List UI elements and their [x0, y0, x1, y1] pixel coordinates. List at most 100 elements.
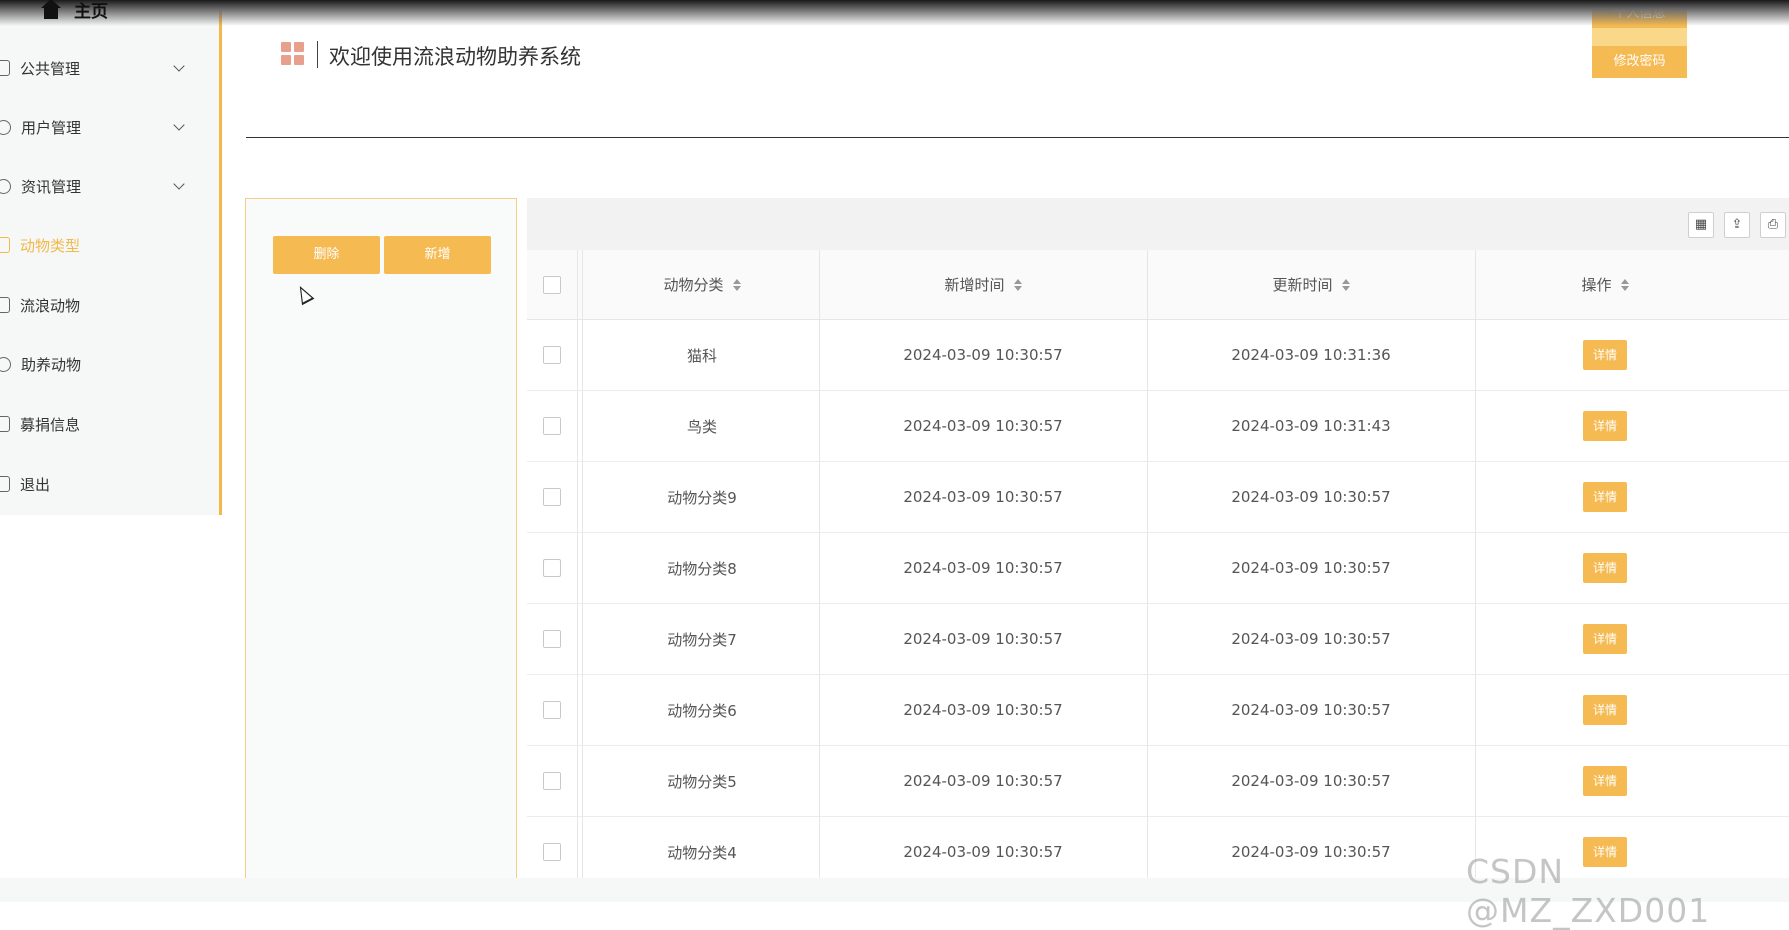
export-icon[interactable]: ⇪ [1724, 212, 1750, 238]
cell-updated: 2024-03-09 10:30:57 [1231, 701, 1391, 719]
row-checkbox[interactable] [543, 346, 561, 364]
table-row: 动物分类8 2024-03-09 10:30:57 2024-03-09 10:30… [527, 533, 1789, 604]
cell-created: 2024-03-09 10:30:57 [903, 772, 1063, 790]
sidebar-item-label: 退出 [20, 475, 51, 494]
column-divider [1475, 250, 1476, 902]
table-row: 动物分类6 2024-03-09 10:30:57 2024-03-09 10:30… [527, 675, 1789, 746]
data-table: ▦ ⇪ ⎙ 动物分类 新增时间 更新时间 操作 猫科 2024-03-09 10:… [527, 198, 1789, 902]
home-label: 主页 [74, 1, 108, 22]
sort-icon[interactable] [1620, 278, 1629, 291]
page-title: 欢迎使用流浪动物助养系统 [329, 45, 581, 69]
cell-updated: 2024-03-09 10:30:57 [1231, 559, 1391, 577]
select-all-checkbox[interactable] [543, 275, 561, 294]
cell-category: 动物分类4 [667, 843, 737, 862]
cell-category: 动物分类8 [667, 559, 737, 578]
detail-button[interactable]: 详情 [1583, 766, 1627, 796]
chevron-down-icon [173, 119, 185, 131]
row-checkbox[interactable] [543, 843, 561, 861]
table-row: 猫科 2024-03-09 10:30:57 2024-03-09 10:31:36… [527, 320, 1789, 391]
cell-category: 动物分类6 [667, 701, 737, 720]
top-buttons-gap [1592, 28, 1687, 46]
search-doc-icon [0, 297, 10, 313]
detail-button[interactable]: 详情 [1583, 553, 1627, 583]
action-panel: 删除 新增 [245, 198, 517, 902]
delete-button[interactable]: 删除 [273, 236, 380, 274]
column-header-category[interactable]: 动物分类 [588, 250, 816, 319]
column-divider [1147, 250, 1148, 902]
sidebar-item-label: 用户管理 [21, 118, 82, 137]
sidebar-item-news-management[interactable]: 资讯管理 [0, 171, 219, 201]
sidebar-item-sponsored-animals[interactable]: 助养动物 [0, 349, 219, 379]
detail-button[interactable]: 详情 [1583, 482, 1627, 512]
exit-icon [0, 476, 10, 492]
cell-created: 2024-03-09 10:30:57 [903, 630, 1063, 648]
column-header-updated[interactable]: 更新时间 [1147, 250, 1475, 319]
app-logo-icon [281, 42, 304, 65]
mouse-cursor-icon [293, 282, 315, 306]
sidebar-item-label: 募捐信息 [20, 415, 81, 434]
bar-chart-icon [0, 416, 10, 432]
table-row: 动物分类9 2024-03-09 10:30:57 2024-03-09 10:30… [527, 462, 1789, 533]
sidebar-item-logout[interactable]: 退出 [0, 469, 219, 499]
sort-icon[interactable] [1341, 278, 1350, 291]
cell-category: 猫科 [686, 346, 717, 365]
sidebar-item-label: 动物类型 [20, 236, 81, 255]
cell-updated: 2024-03-09 10:30:57 [1231, 843, 1391, 861]
cell-updated: 2024-03-09 10:30:57 [1231, 488, 1391, 506]
coin-icon [0, 356, 11, 372]
column-divider [819, 250, 820, 902]
table-toolbar: ▦ ⇪ ⎙ [527, 198, 1789, 250]
sidebar-item-label: 流浪动物 [20, 296, 81, 315]
sort-icon[interactable] [732, 278, 741, 291]
sidebar-item-label: 公共管理 [20, 59, 81, 78]
cell-created: 2024-03-09 10:30:57 [903, 346, 1063, 364]
change-password-button[interactable]: 修改密码 [1592, 46, 1687, 78]
cell-created: 2024-03-09 10:30:57 [903, 488, 1063, 506]
sidebar-item-home[interactable]: 主页 [40, 0, 108, 22]
detail-button[interactable]: 详情 [1583, 695, 1627, 725]
detail-button[interactable]: 详情 [1583, 411, 1627, 441]
sidebar-item-animal-type[interactable]: 动物类型 [0, 230, 219, 260]
detail-button[interactable]: 详情 [1583, 340, 1627, 370]
cell-category: 动物分类5 [667, 772, 737, 791]
cell-category: 动物分类9 [667, 488, 737, 507]
chevron-down-icon [173, 178, 185, 190]
row-checkbox[interactable] [543, 559, 561, 577]
row-checkbox[interactable] [543, 488, 561, 506]
cell-created: 2024-03-09 10:30:57 [903, 417, 1063, 435]
detail-button[interactable]: 详情 [1583, 624, 1627, 654]
sidebar-item-label: 助养动物 [21, 355, 82, 374]
add-button[interactable]: 新增 [384, 236, 491, 274]
header-divider [246, 137, 1789, 138]
sidebar-item-public-management[interactable]: 公共管理 [0, 53, 219, 83]
row-checkbox[interactable] [543, 417, 561, 435]
cell-category: 鸟类 [686, 417, 717, 436]
column-divider [577, 250, 578, 902]
cell-category: 动物分类7 [667, 630, 737, 649]
table-row: 动物分类7 2024-03-09 10:30:57 2024-03-09 10:30… [527, 604, 1789, 675]
row-checkbox[interactable] [543, 772, 561, 790]
sidebar-item-stray-animals[interactable]: 流浪动物 [0, 290, 219, 320]
column-filter-icon[interactable]: ▦ [1688, 212, 1714, 238]
column-header-actions[interactable]: 操作 [1475, 250, 1735, 319]
column-header-created[interactable]: 新增时间 [819, 250, 1147, 319]
compass-icon [0, 178, 11, 194]
sidebar-item-user-management[interactable]: 用户管理 [0, 112, 219, 142]
cell-updated: 2024-03-09 10:31:36 [1231, 346, 1391, 364]
table-row: 动物分类5 2024-03-09 10:30:57 2024-03-09 10:30… [527, 746, 1789, 817]
row-checkbox[interactable] [543, 630, 561, 648]
title-divider [317, 41, 318, 68]
row-checkbox[interactable] [543, 701, 561, 719]
sidebar-item-donations[interactable]: 募捐信息 [0, 409, 219, 439]
watermark: CSDN @MZ_ZXD001 [1466, 852, 1711, 930]
table-row: 鸟类 2024-03-09 10:30:57 2024-03-09 10:31:43… [527, 391, 1789, 462]
home-icon [40, 0, 62, 19]
clipboard-icon [0, 60, 10, 76]
profile-button[interactable]: 个人信息 [1592, 0, 1687, 28]
sort-icon[interactable] [1013, 278, 1022, 291]
cell-updated: 2024-03-09 10:30:57 [1231, 630, 1391, 648]
print-icon[interactable]: ⎙ [1760, 212, 1786, 238]
pie-icon [0, 119, 11, 135]
cell-created: 2024-03-09 10:30:57 [903, 559, 1063, 577]
cell-created: 2024-03-09 10:30:57 [903, 701, 1063, 719]
